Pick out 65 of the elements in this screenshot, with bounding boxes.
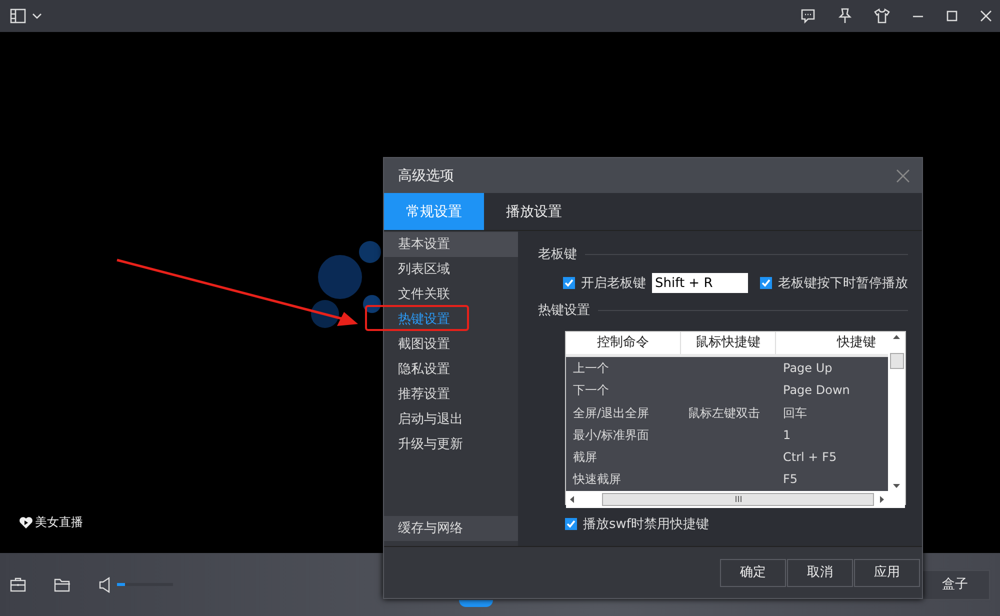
playlist-icon[interactable]: [10, 8, 26, 24]
grip-icon: [734, 496, 742, 502]
input-field[interactable]: Shift + R: [652, 273, 748, 293]
checkbox-label: 老板键按下时暂停播放: [778, 275, 908, 292]
maximize-icon[interactable]: [946, 10, 958, 22]
scroll-down-icon[interactable]: [893, 484, 900, 488]
column-header[interactable]: 快捷键: [776, 332, 888, 354]
promo-label[interactable]: 美女直播: [35, 514, 83, 531]
column-header[interactable]: 控制命令: [566, 332, 681, 354]
dialog-button[interactable]: 应用: [854, 558, 920, 586]
checkbox-label: 开启老板键: [581, 275, 646, 292]
tick-icon: [761, 278, 771, 288]
checkbox[interactable]: [563, 277, 575, 289]
table-cell-text: 全屏/退出全屏: [572, 404, 650, 422]
tick-icon: [564, 278, 574, 288]
scroll-up-icon[interactable]: [893, 335, 900, 339]
heart-play-icon: [19, 516, 33, 529]
table-cell-text: F5: [782, 471, 799, 488]
speaker-icon[interactable]: [99, 576, 111, 592]
table-cell-text: 1: [782, 426, 792, 444]
scroll-left-icon[interactable]: [570, 496, 574, 503]
horizontal-scrollbar[interactable]: [566, 490, 888, 508]
play-button[interactable]: [459, 600, 493, 607]
section-heading: 热键设置: [538, 302, 590, 319]
column-header[interactable]: 鼠标快捷键: [681, 332, 776, 354]
dialog-title: 高级选项: [398, 166, 454, 184]
table-cell-text: 最小/标准界面: [572, 426, 650, 444]
sidebar-item[interactable]: 基本设置: [384, 232, 518, 257]
checkbox[interactable]: [565, 518, 577, 530]
checkbox[interactable]: [760, 277, 772, 289]
table-cell-text: 下一个: [572, 382, 610, 400]
sidebar-item[interactable]: 推荐设置: [384, 382, 518, 407]
shirt-icon[interactable]: [874, 8, 890, 24]
section-heading: 老板键: [538, 246, 577, 263]
tick-icon: [566, 519, 576, 529]
table-cell-text: 回车: [782, 404, 808, 422]
table-cell-text: 截屏: [572, 449, 598, 466]
message-icon[interactable]: [800, 8, 816, 24]
chevron-down-icon[interactable]: [32, 12, 42, 20]
table-cell-text: 鼠标左键双击: [687, 404, 761, 422]
vertical-scrollbar[interactable]: [888, 332, 905, 491]
dialog-button[interactable]: 取消: [787, 558, 853, 586]
table-cell-text: Page Up: [782, 360, 834, 377]
sidebar-item[interactable]: 缓存与网络: [384, 516, 518, 541]
table-cell-text: 快速截屏: [572, 471, 622, 488]
sidebar-item[interactable]: 热键设置: [384, 307, 518, 332]
sidebar-item[interactable]: 文件关联: [384, 282, 518, 307]
tab[interactable]: 播放设置: [484, 193, 584, 230]
table-cell-text: 上一个: [572, 360, 610, 377]
folder-icon[interactable]: [54, 578, 71, 592]
sidebar-item[interactable]: 列表区域: [384, 257, 518, 282]
checkbox-label: 播放swf时禁用快捷键: [583, 516, 709, 533]
sidebar-item[interactable]: 隐私设置: [384, 357, 518, 382]
box-button[interactable]: 盒子: [920, 570, 990, 600]
pin-icon[interactable]: [838, 8, 852, 24]
dialog-button[interactable]: 确定: [720, 558, 786, 586]
scroll-right-icon[interactable]: [880, 496, 884, 503]
sidebar-item[interactable]: 升级与更新: [384, 432, 518, 457]
toolbox-icon[interactable]: [10, 577, 26, 592]
scrollbar-thumb[interactable]: [890, 353, 904, 369]
table-cell-text: Ctrl + F5: [782, 449, 838, 466]
table-cell-text: Page Down: [782, 382, 851, 400]
sidebar-item[interactable]: 启动与退出: [384, 407, 518, 432]
scrollbar-thumb[interactable]: [602, 492, 874, 506]
sidebar-item[interactable]: 截图设置: [384, 332, 518, 357]
